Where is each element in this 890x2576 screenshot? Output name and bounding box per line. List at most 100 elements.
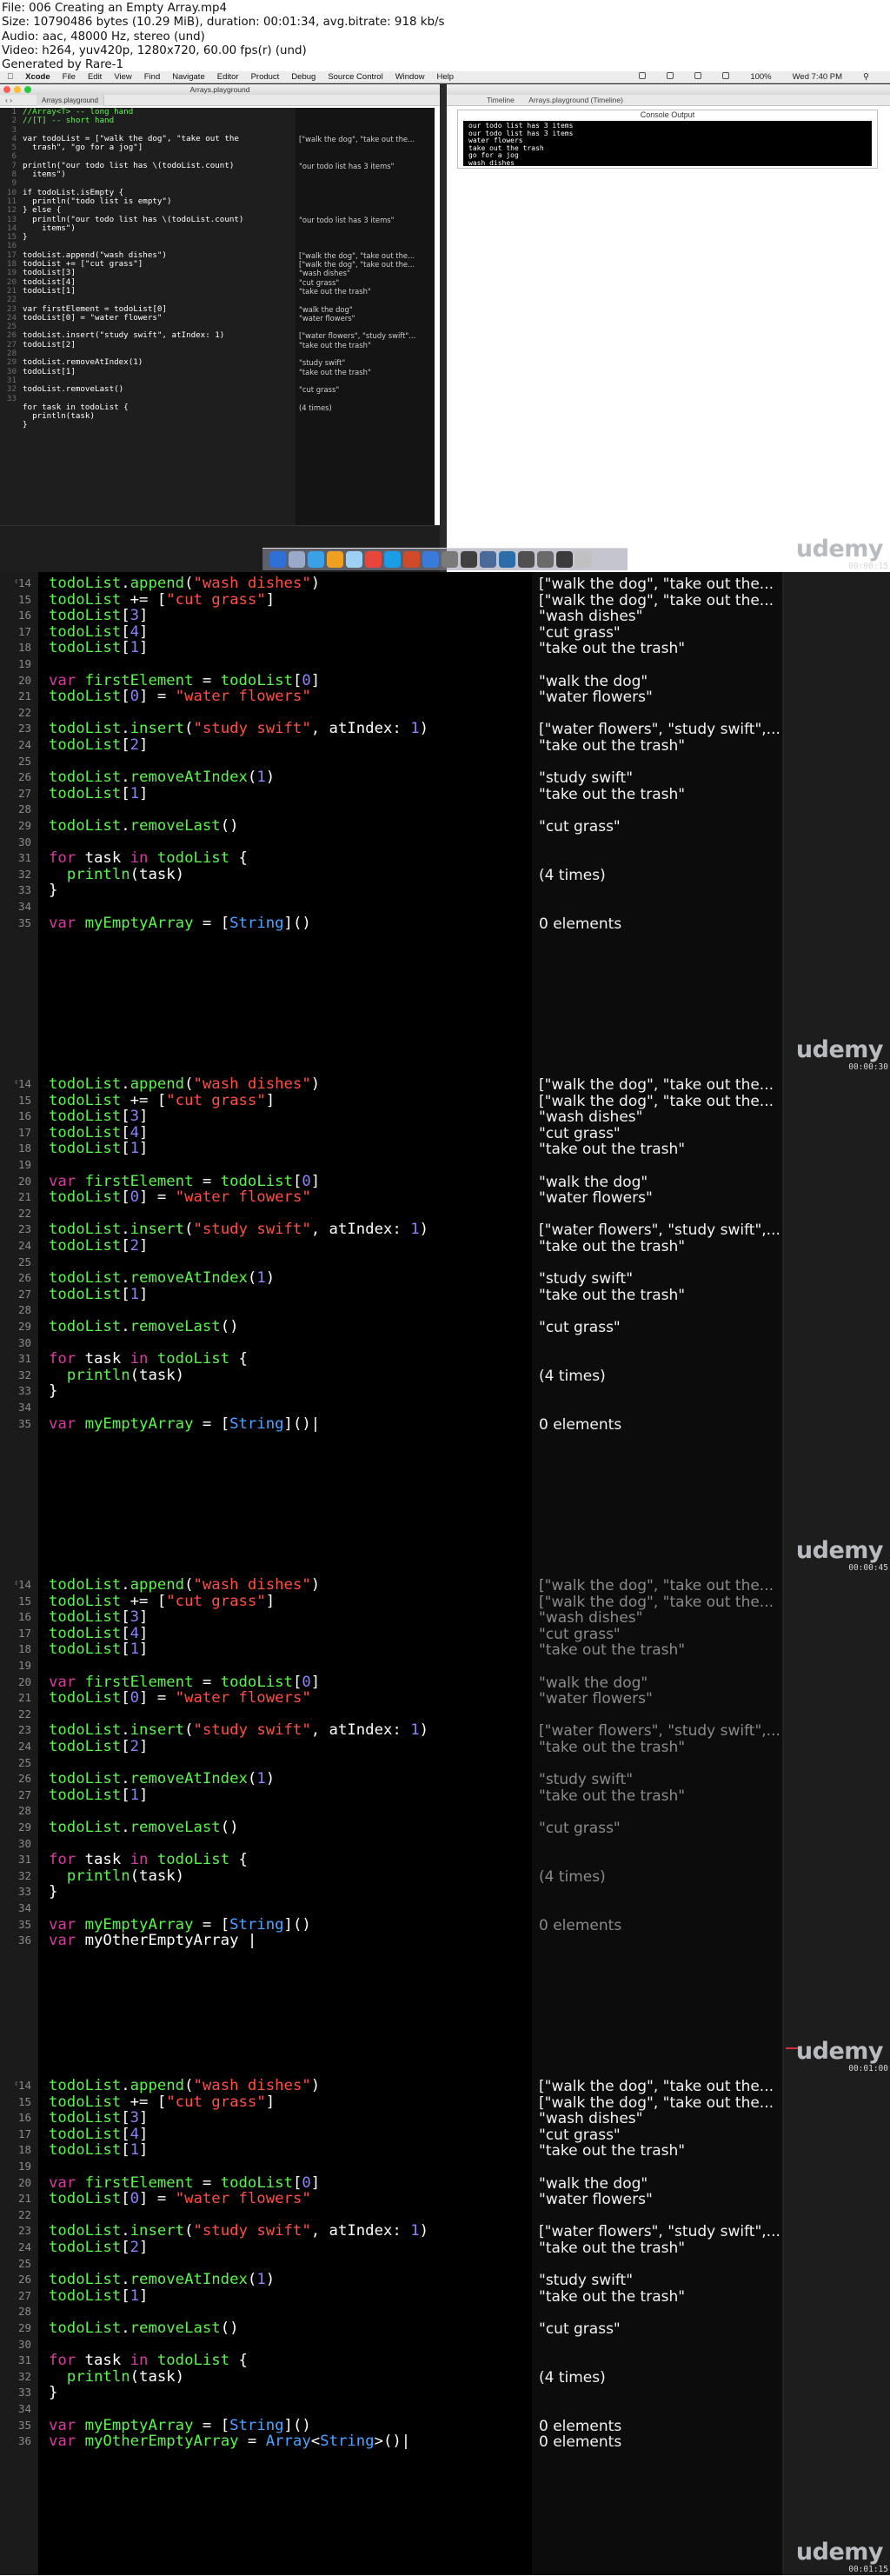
status-icon[interactable]	[667, 72, 674, 79]
code-line[interactable]: todoList[3]	[49, 1608, 148, 1626]
code-line[interactable]	[49, 898, 57, 915]
code-line[interactable]	[49, 1706, 57, 1723]
code-line[interactable]	[49, 2158, 57, 2175]
xcode-icon[interactable]	[422, 551, 439, 568]
code-line[interactable]: todoList.insert("study swift", atIndex: …	[49, 1721, 428, 1739]
nav-forward-icon[interactable]: ›	[10, 96, 12, 104]
code-line[interactable]: todoList[4]	[49, 2126, 148, 2143]
code-line[interactable]: todoList.removeAtIndex(1)	[49, 2271, 275, 2288]
code-line[interactable]: items")	[23, 223, 243, 233]
code-line[interactable]: todoList.append("wash dishes")	[49, 1075, 320, 1093]
app-icon[interactable]	[403, 551, 420, 568]
code-line[interactable]: todoList[1]	[49, 1286, 148, 1303]
code-line[interactable]: }	[49, 882, 57, 899]
code-line[interactable]: todoList[2]	[49, 736, 148, 754]
code-line[interactable]: todoList[3]	[49, 1108, 148, 1125]
code-line[interactable]: }	[49, 1883, 57, 1900]
code-line[interactable]: todoList[1]	[49, 1787, 148, 1804]
code-line[interactable]: todoList[1]	[49, 2287, 148, 2305]
code-line[interactable]: todoList.append("wash dishes")	[49, 2077, 320, 2094]
code-line[interactable]: todoList[0] = "water flowers"	[23, 313, 243, 323]
menu-view[interactable]: View	[114, 72, 131, 82]
code-line[interactable]: for task in todoList {	[49, 1350, 248, 1368]
code-line[interactable]: todoList.insert("study swift", atIndex: …	[49, 2222, 428, 2240]
battery-label[interactable]: 100%	[750, 72, 771, 82]
code-line[interactable]: todoList[3]	[49, 2109, 148, 2127]
code-line[interactable]: for task in todoList {	[49, 2352, 248, 2369]
code-line[interactable]: }	[23, 421, 243, 430]
code-line[interactable]: var firstElement = todoList[0]	[49, 1173, 320, 1190]
code-line[interactable]	[49, 1254, 57, 1271]
sketch-icon[interactable]	[327, 551, 343, 568]
code-line[interactable]: println(task)	[49, 1867, 184, 1885]
timeline-tab[interactable]: Timeline	[487, 96, 515, 104]
menu-debug[interactable]: Debug	[291, 72, 315, 82]
code-line[interactable]: todoList[4]	[49, 1625, 148, 1642]
clock-label[interactable]: Wed 7:40 PM	[793, 72, 842, 82]
wifi-icon[interactable]	[722, 72, 730, 79]
code-line[interactable]	[49, 1301, 57, 1319]
code-line[interactable]: todoList += ["cut grass"]	[49, 2093, 275, 2111]
code-line[interactable]	[49, 1900, 57, 1917]
menu-help[interactable]: Help	[436, 72, 454, 82]
code-line[interactable]: todoList[2]	[49, 2239, 148, 2256]
code-line[interactable]: //[T] -- short hand	[23, 116, 243, 125]
app-icon[interactable]	[518, 551, 535, 568]
launchpad-icon[interactable]	[289, 551, 305, 568]
code-line[interactable]: todoList[4]	[49, 1124, 148, 1142]
code-line[interactable]	[23, 296, 243, 304]
menu-product[interactable]: Product	[251, 72, 280, 82]
code-line[interactable]: todoList[0] = "water flowers"	[49, 1689, 311, 1707]
settings-icon[interactable]	[442, 551, 458, 568]
chrome-icon[interactable]	[365, 551, 382, 568]
code-line[interactable]: todoList[0] = "water flowers"	[49, 1188, 311, 1206]
finder-icon[interactable]	[269, 551, 286, 568]
code-line[interactable]: println(task)	[49, 1367, 184, 1384]
tab-playground[interactable]: Arrays.playground	[37, 95, 104, 106]
trash-icon[interactable]	[575, 551, 592, 568]
menu-source-control[interactable]: Source Control	[328, 72, 382, 82]
code-line[interactable]: var myOtherEmptyArray = Array<String>()|	[49, 2433, 410, 2450]
code-line[interactable]: var myEmptyArray = [String]()	[49, 2417, 311, 2434]
code-line[interactable]: todoList += ["cut grass"]	[49, 591, 275, 609]
code-line[interactable]: todoList[1]	[49, 785, 148, 802]
code-line[interactable]: todoList.removeAtIndex(1)	[49, 1770, 275, 1787]
code-line[interactable]: todoList.removeAtIndex(1)	[49, 1269, 275, 1287]
code-line[interactable]: var firstElement = todoList[0]	[49, 2174, 320, 2192]
code-line[interactable]	[49, 753, 57, 770]
skype-icon[interactable]	[384, 551, 401, 568]
code-line[interactable]	[49, 1399, 57, 1416]
nav-back-icon[interactable]: ‹	[5, 96, 8, 104]
zoom-icon[interactable]	[24, 86, 31, 93]
code-line[interactable]	[49, 2207, 57, 2224]
timeline-file-tab[interactable]: Arrays.playground (Timeline)	[528, 96, 623, 104]
code-line[interactable]	[49, 2336, 57, 2353]
status-icon[interactable]	[694, 72, 702, 79]
code-line[interactable]: var firstElement = todoList[0]	[49, 1674, 320, 1691]
menu-editor[interactable]: Editor	[217, 72, 239, 82]
code-line[interactable]	[49, 1205, 57, 1222]
menu-app[interactable]: Xcode	[25, 72, 50, 82]
code-line[interactable]: }	[23, 232, 243, 242]
code-line[interactable]: todoList[4]	[49, 623, 148, 641]
code-line[interactable]	[49, 1835, 57, 1853]
code-line[interactable]: todoList[1]	[49, 2141, 148, 2159]
status-icon[interactable]	[639, 72, 647, 79]
code-line[interactable]: todoList[2]	[49, 1738, 148, 1755]
code-line[interactable]: todoList[2]	[49, 1237, 148, 1255]
app-icon[interactable]	[556, 551, 573, 568]
code-line[interactable]: println(task)	[49, 866, 184, 883]
app-icon[interactable]	[537, 551, 554, 568]
code-line[interactable]: var firstElement = todoList[0]	[49, 672, 320, 689]
code-line[interactable]	[49, 1754, 57, 1772]
code-line[interactable]: todoList[1]	[49, 1641, 148, 1658]
menu-navigate[interactable]: Navigate	[172, 72, 205, 82]
mail-icon[interactable]	[346, 551, 362, 568]
code-line[interactable]: todoList.removeLast()	[23, 384, 243, 394]
code-line[interactable]: todoList[0] = "water flowers"	[49, 688, 311, 705]
source-code[interactable]: //Array<T> -- long hand//[T] -- short ha…	[23, 107, 243, 430]
code-line[interactable]: todoList[1]	[23, 367, 243, 376]
code-line[interactable]: todoList.append("wash dishes")	[49, 1576, 320, 1594]
code-line[interactable]	[49, 1802, 57, 1820]
code-line[interactable]: var myEmptyArray = [String]()|	[49, 1415, 320, 1433]
